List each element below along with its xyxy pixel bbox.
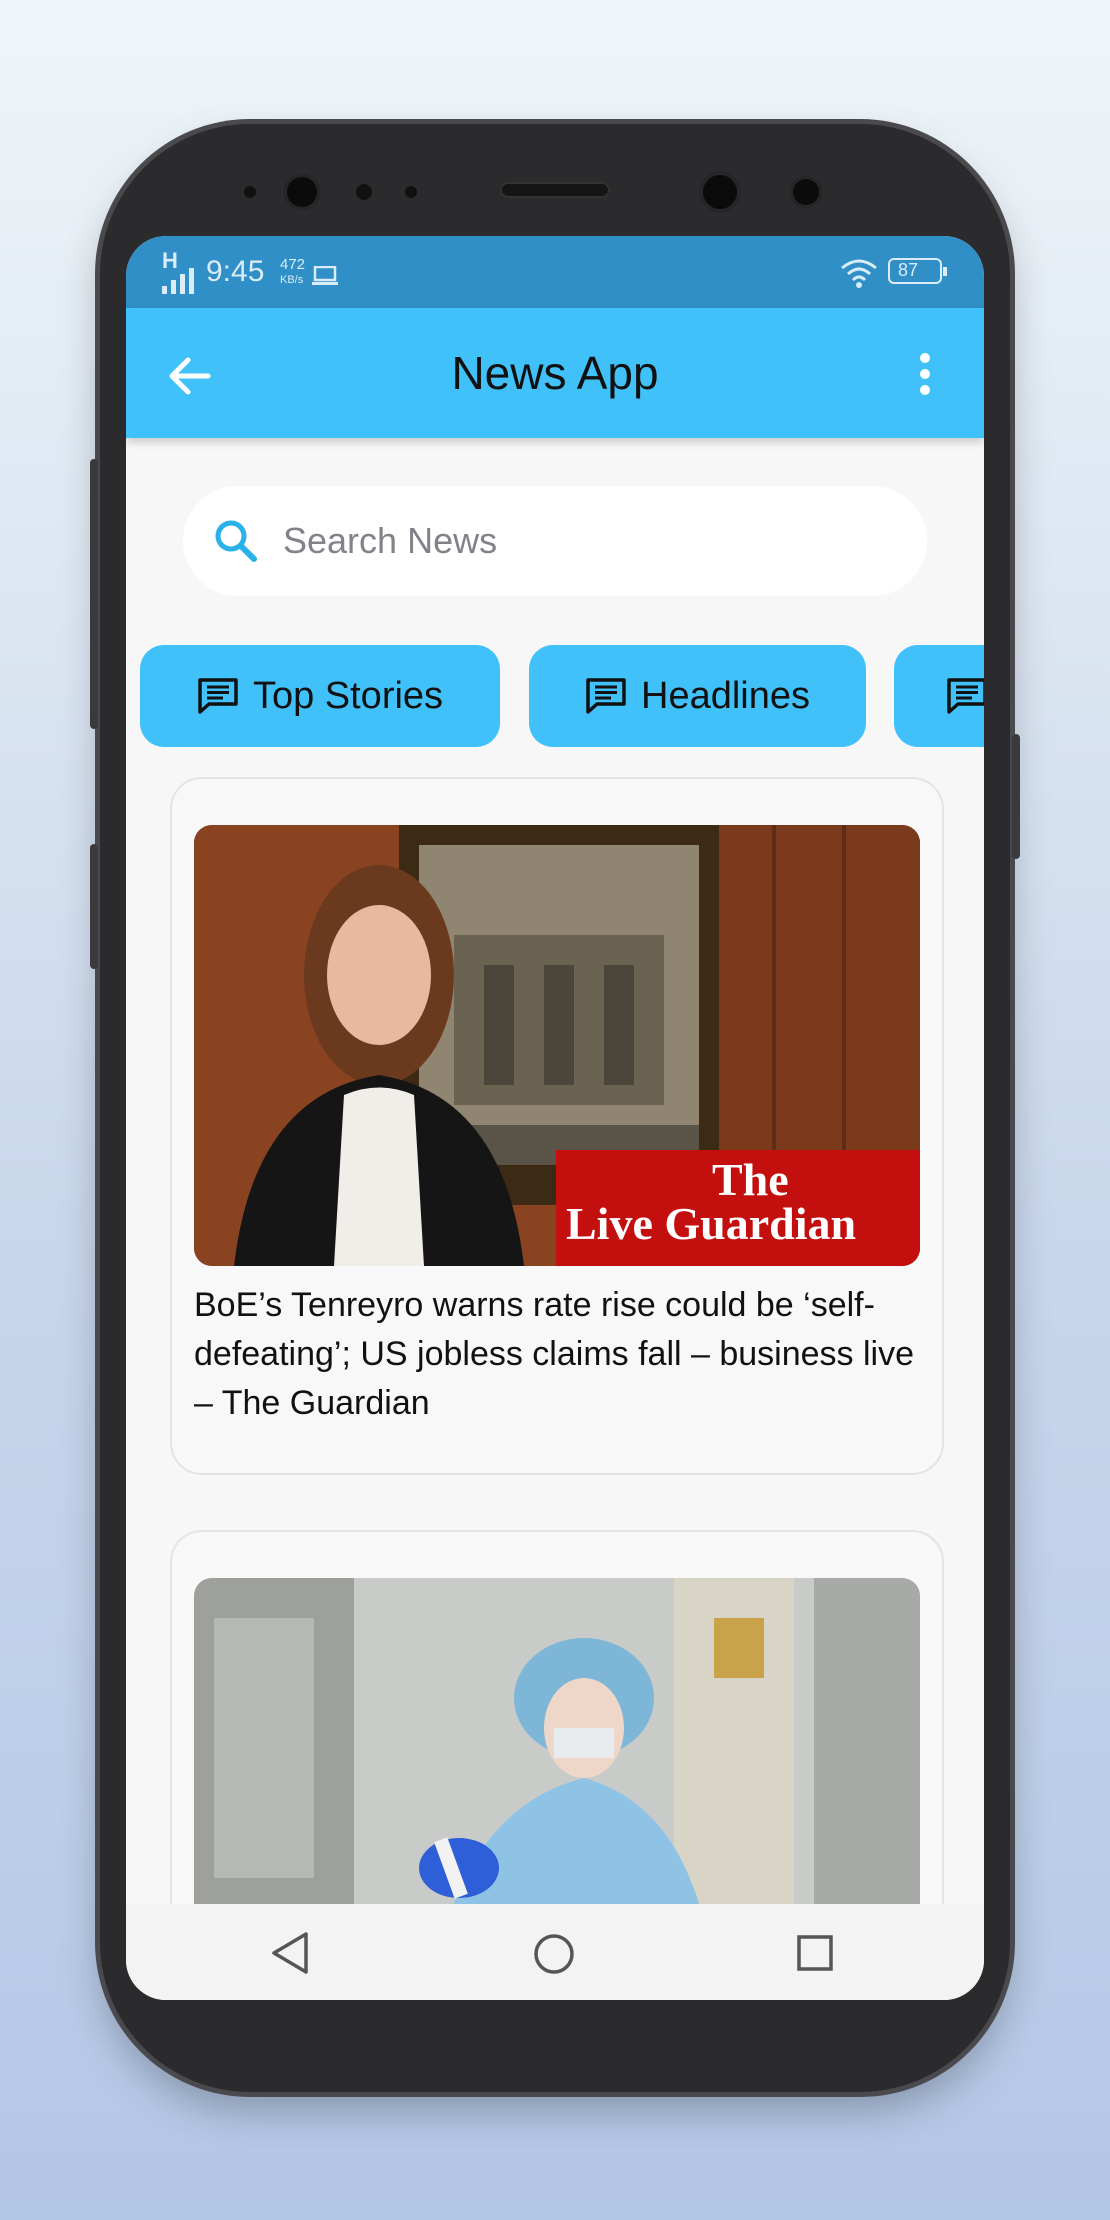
net-speed-value: 472 (280, 256, 306, 273)
sensor-dot (244, 186, 256, 198)
app-bar: News App (126, 308, 984, 438)
article-image: The Live Guardian (194, 825, 920, 1266)
rear-sensor (700, 172, 740, 212)
sensor-dot (405, 186, 417, 198)
back-triangle-icon[interactable] (268, 1930, 312, 1976)
side-button-right (1012, 734, 1020, 859)
screen: H 9:45 472 KB/s 87 News App Search News … (126, 236, 984, 2000)
article-card[interactable]: The Live Guardian BoE’s Tenreyro warns r… (170, 777, 944, 1475)
battery-level: 87 (898, 260, 919, 280)
power-button-left (90, 844, 98, 969)
recents-square-icon[interactable] (796, 1934, 834, 1972)
guardian-logo-line1: The (712, 1154, 789, 1205)
sensor-dot (356, 184, 372, 200)
front-camera (284, 174, 320, 210)
signal-icon (162, 268, 194, 294)
volume-button (90, 459, 98, 729)
earpiece-speaker (500, 182, 610, 198)
laptop-icon (312, 266, 338, 285)
clock: 9:45 (206, 255, 265, 288)
article-headline[interactable]: BoE’s Tenreyro warns rate rise could be … (194, 1281, 920, 1428)
chip-label: Top Stories (252, 674, 444, 717)
news-icon (198, 678, 238, 714)
guardian-logo: The Live Guardian (556, 1150, 920, 1266)
news-icon (586, 678, 626, 714)
chip-partial[interactable] (894, 645, 984, 747)
search-bar[interactable]: Search News (183, 486, 927, 596)
guardian-logo-line2: Live Guardian (566, 1198, 857, 1249)
more-options-icon[interactable] (918, 352, 932, 396)
wifi-icon (841, 259, 877, 288)
search-input[interactable]: Search News (283, 520, 497, 562)
search-icon (215, 520, 257, 562)
chip-top-stories[interactable]: Top Stories (140, 645, 500, 747)
news-icon (947, 678, 984, 714)
sensor-ring (790, 176, 822, 208)
home-circle-icon[interactable] (532, 1932, 576, 1976)
app-title: News App (451, 347, 659, 399)
battery-icon: 87 (888, 258, 947, 284)
system-nav-bar (126, 1904, 984, 2000)
chip-headlines[interactable]: Headlines (529, 645, 866, 747)
chip-label: Headlines (641, 674, 810, 717)
net-speed-unit: KB/s (280, 274, 304, 286)
status-bar: H 9:45 472 KB/s 87 (126, 236, 984, 308)
